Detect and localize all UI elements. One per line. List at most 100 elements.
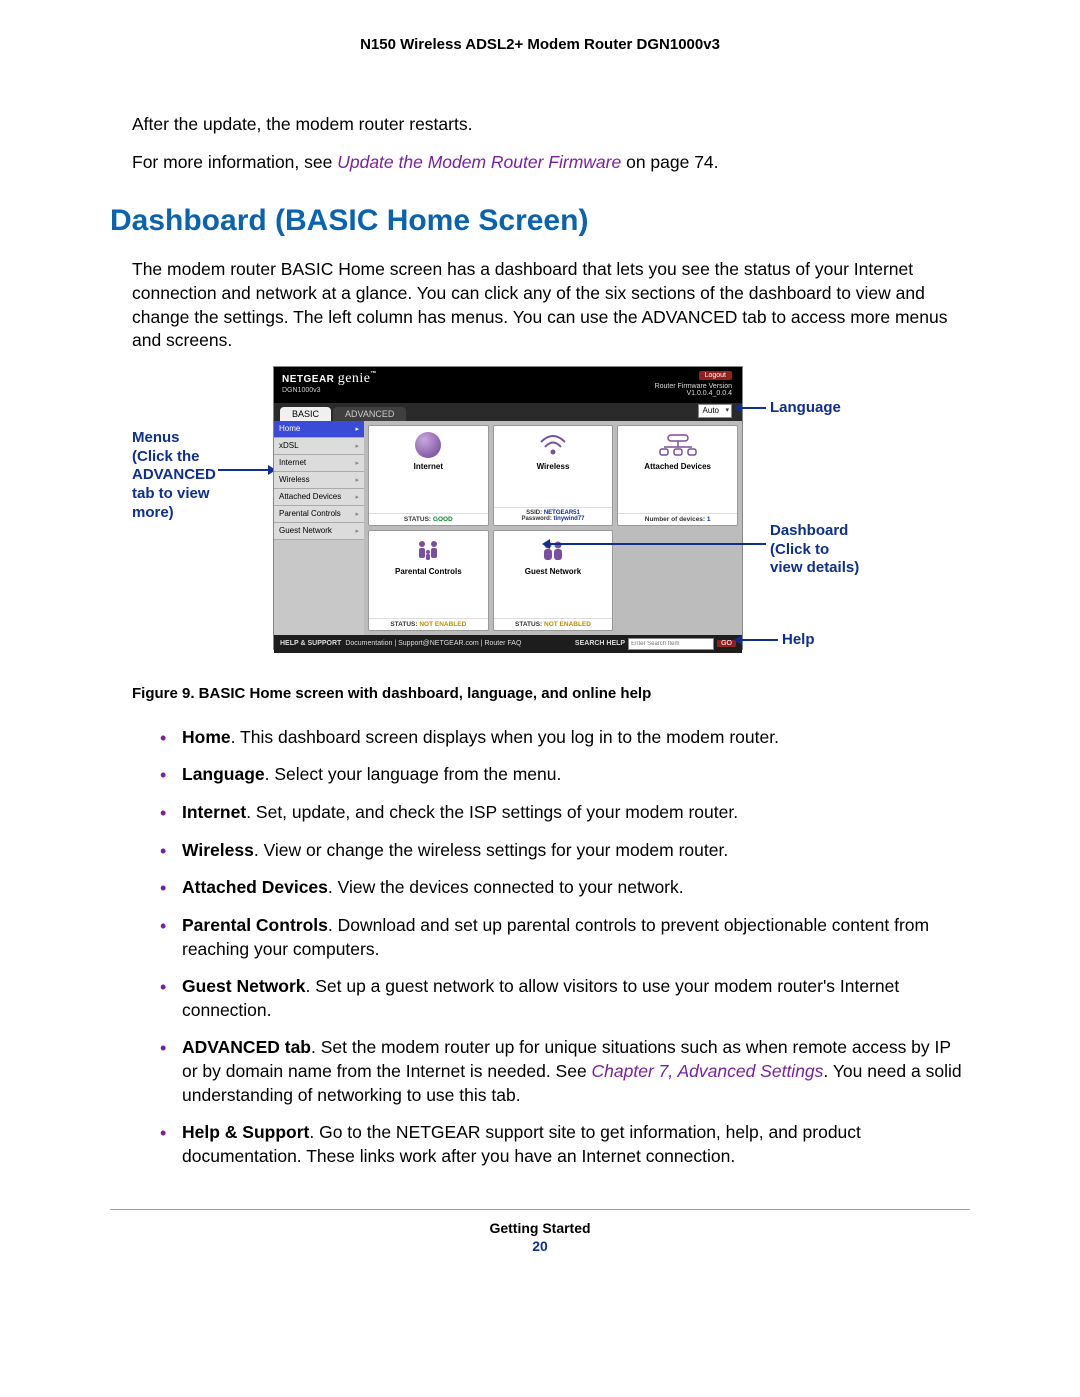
chevron-right-icon: ▸ <box>355 527 359 535</box>
arrow-menus <box>218 469 268 471</box>
logout-button[interactable]: Logout <box>699 371 732 380</box>
list-item: Language. Select your language from the … <box>160 763 970 787</box>
brand-text: NETGEAR <box>282 374 334 385</box>
footer-page-number: 20 <box>110 1238 970 1254</box>
callout-menus: Menus (Click the ADVANCED tab to view mo… <box>132 429 216 523</box>
sidebar-label: Attached Devices <box>279 492 341 501</box>
callout-dashboard: Dashboard (Click to view details) <box>770 522 859 578</box>
list-item: Wireless. View or change the wireless se… <box>160 839 970 863</box>
intro-2-post: on page 74. <box>621 152 718 172</box>
sidebar-item-wireless[interactable]: Wireless▸ <box>274 472 364 489</box>
intro-para-2: For more information, see Update the Mod… <box>110 151 970 175</box>
dashboard-grid: Internet STATUS: GOOD Wireless SSID: NET… <box>364 421 742 635</box>
bullet-bold: Attached Devices <box>182 877 328 897</box>
tile-title: Internet <box>414 462 443 471</box>
sidebar-item-attached-devices[interactable]: Attached Devices ▸ <box>274 489 364 506</box>
sidebar: Home▸ xDSL▸ Internet▸ Wireless▸ Attached… <box>274 421 364 635</box>
section-heading: Dashboard (BASIC Home Screen) <box>110 204 970 238</box>
bullet-bold: Home <box>182 727 231 747</box>
sidebar-item-guest-network[interactable]: Guest Network ▸ <box>274 523 364 540</box>
chevron-right-icon: ▸ <box>355 442 359 450</box>
figure-caption: Figure 9. BASIC Home screen with dashboa… <box>132 685 970 702</box>
sidebar-item-internet[interactable]: Internet ▸ <box>274 455 364 472</box>
fw-label: Router Firmware Version <box>655 383 732 390</box>
status-value: GOOD <box>433 516 453 523</box>
list-item: Internet. Set, update, and check the ISP… <box>160 801 970 825</box>
tile-title: Wireless <box>537 462 570 471</box>
genie-text: genie <box>338 371 371 386</box>
sidebar-label: Parental Controls <box>279 509 341 518</box>
intro-2-pre: For more information, see <box>132 152 337 172</box>
search-help-input[interactable] <box>628 638 714 650</box>
sidebar-item-xdsl[interactable]: xDSL ▸ <box>274 438 364 455</box>
count-label: Number of devices: <box>645 516 705 523</box>
tab-advanced[interactable]: ADVANCED <box>333 407 406 421</box>
list-item: Parental Controls. Download and set up p… <box>160 914 970 961</box>
pwd-label: Password: <box>521 516 551 522</box>
sidebar-item-parental-controls[interactable]: Parental Controls ▸ <box>274 506 364 523</box>
sidebar-label: Guest Network <box>279 526 332 535</box>
status-label: STATUS: <box>515 621 542 628</box>
section-description: The modem router BASIC Home screen has a… <box>110 258 970 353</box>
callout-menus-l2: (Click the <box>132 448 200 465</box>
chevron-right-icon: ▸ <box>355 459 359 467</box>
tile-title: Guest Network <box>525 567 581 576</box>
bullet-text: . Set, update, and check the ISP setting… <box>246 802 738 822</box>
status-label: STATUS: <box>404 516 431 523</box>
sidebar-item-home[interactable]: Home▸ <box>274 421 364 438</box>
sidebar-label: xDSL <box>279 441 299 450</box>
footer-section-label: Getting Started <box>110 1220 970 1236</box>
bullet-bold: ADVANCED tab <box>182 1037 311 1057</box>
callout-language: Language <box>770 399 841 418</box>
callout-menus-l3: ADVANCED <box>132 466 216 483</box>
sidebar-label: Wireless <box>279 475 310 484</box>
pwd-value: tinywind77 <box>553 516 584 522</box>
tile-parental-controls[interactable]: Parental Controls STATUS: NOT ENABLED <box>368 530 489 631</box>
chevron-right-icon: ▸ <box>355 425 359 433</box>
bullet-bold: Guest Network <box>182 976 306 996</box>
sidebar-label: Internet <box>279 458 306 467</box>
callout-help: Help <box>782 631 815 650</box>
tab-basic[interactable]: BASIC <box>280 407 331 421</box>
description-list: Home. This dashboard screen displays whe… <box>110 726 970 1169</box>
arrow-language <box>742 407 766 409</box>
language-dropdown[interactable]: Auto <box>698 404 732 418</box>
list-item: Home. This dashboard screen displays whe… <box>160 726 970 750</box>
fw-value: V1.0.0.4_0.0.4 <box>686 390 732 397</box>
bullet-text: . View or change the wireless settings f… <box>254 840 728 860</box>
page-header-title: N150 Wireless ADSL2+ Modem Router DGN100… <box>110 36 970 53</box>
globe-icon <box>415 430 441 460</box>
chevron-right-icon: ▸ <box>355 493 359 501</box>
arrow-help <box>742 639 778 641</box>
bullet-text: . This dashboard screen displays when yo… <box>231 727 779 747</box>
bullet-text: . Select your language from the menu. <box>265 764 562 784</box>
chevron-right-icon: ▸ <box>355 510 359 518</box>
bullet-bold: Help & Support <box>182 1122 309 1142</box>
help-support-links[interactable]: Documentation | Support@NETGEAR.com | Ro… <box>345 640 521 647</box>
footer-rule <box>110 1209 970 1210</box>
search-help-label: SEARCH HELP <box>575 640 625 647</box>
callout-dashboard-l3: view details) <box>770 559 859 576</box>
tile-wireless[interactable]: Wireless SSID: NETGEAR51 Password: tinyw… <box>493 425 614 526</box>
tile-guest-network[interactable]: Guest Network STATUS: NOT ENABLED <box>493 530 614 631</box>
tile-internet[interactable]: Internet STATUS: GOOD <box>368 425 489 526</box>
family-icon <box>413 535 443 565</box>
bullet-bold: Language <box>182 764 265 784</box>
callout-dashboard-l2: (Click to <box>770 541 829 558</box>
callout-dashboard-l1: Dashboard <box>770 522 848 539</box>
router-icon <box>658 430 698 460</box>
advanced-settings-link[interactable]: Chapter 7, Advanced Settings <box>592 1061 824 1081</box>
arrow-dashboard <box>550 543 766 545</box>
count-value: 1 <box>707 516 711 523</box>
help-support-label[interactable]: HELP & SUPPORT <box>280 640 341 647</box>
callout-menus-l4: tab to view <box>132 485 210 502</box>
tm-text: ™ <box>371 371 378 377</box>
firmware-version: Router Firmware Version V1.0.0.4_0.0.4 <box>655 383 732 397</box>
bullet-bold: Parental Controls <box>182 915 328 935</box>
bullet-bold: Wireless <box>182 840 254 860</box>
list-item: Attached Devices. View the devices conne… <box>160 876 970 900</box>
tile-attached-devices[interactable]: Attached Devices Number of devices: 1 <box>617 425 738 526</box>
callout-menus-l5: more) <box>132 504 174 521</box>
tile-title: Attached Devices <box>644 462 711 471</box>
firmware-update-link[interactable]: Update the Modem Router Firmware <box>337 152 621 172</box>
